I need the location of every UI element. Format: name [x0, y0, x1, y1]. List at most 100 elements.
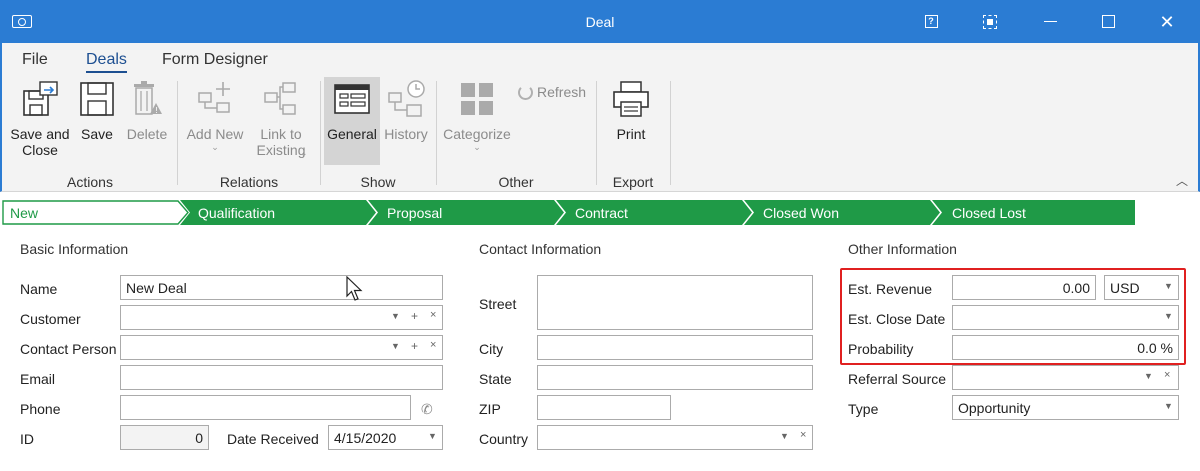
tab-form-designer[interactable]: Form Designer — [162, 51, 268, 69]
save-button[interactable]: Save — [76, 77, 118, 165]
stage-closed-won[interactable]: Closed Won — [763, 205, 839, 221]
ribbon-separator — [596, 81, 597, 185]
tab-deals[interactable]: Deals — [86, 51, 127, 73]
referral-source-label: Referral Source — [848, 371, 947, 387]
group-label-export: Export — [612, 174, 654, 190]
city-field[interactable] — [537, 335, 813, 360]
email-field[interactable] — [120, 365, 443, 390]
minimize-icon — [1043, 20, 1057, 23]
est-close-date-label: Est. Close Date — [848, 311, 946, 327]
phone-field[interactable] — [120, 395, 411, 420]
general-view-icon — [334, 84, 370, 114]
history-button[interactable]: History — [382, 77, 430, 165]
add-new-icon — [198, 82, 230, 113]
est-close-date-field[interactable]: ▼ — [952, 305, 1179, 330]
ribbon-separator — [320, 81, 321, 185]
dropdown-arrow-icon[interactable]: ▼ — [428, 431, 437, 441]
history-icon — [388, 80, 425, 117]
save-and-close-button[interactable]: Save and Close — [6, 77, 74, 165]
dropdown-arrow-icon[interactable]: ▼ — [1164, 311, 1173, 321]
add-icon[interactable]: + — [411, 309, 418, 323]
add-icon[interactable]: + — [411, 339, 418, 353]
state-field[interactable] — [537, 365, 813, 390]
mouse-cursor-icon — [346, 276, 363, 301]
type-select[interactable]: Opportunity ▼ — [952, 395, 1179, 420]
delete-button[interactable]: ! Delete — [122, 77, 172, 165]
contact-person-field[interactable]: ▼ + × — [120, 335, 443, 360]
ribbon-separator — [670, 81, 671, 185]
contact-person-label: Contact Person — [20, 341, 117, 357]
dropdown-arrow-icon[interactable]: ▼ — [1144, 371, 1153, 381]
stage-contract[interactable]: Contract — [575, 205, 628, 221]
ribbon-separator — [436, 81, 437, 185]
save-and-close-icon — [23, 81, 58, 116]
stage-new[interactable]: New — [10, 205, 38, 221]
currency-select[interactable]: USD ▼ — [1104, 275, 1179, 300]
referral-source-field[interactable]: ▼ × — [952, 365, 1179, 390]
ribbon-separator — [177, 81, 178, 185]
refresh-icon — [518, 84, 533, 100]
dropdown-arrow-icon[interactable]: ▼ — [1164, 401, 1173, 411]
chevron-down-icon: ⌄ — [211, 142, 219, 152]
date-received-field[interactable]: 4/15/2020 ▼ — [328, 425, 443, 450]
categorize-icon — [461, 83, 493, 115]
stage-bar: New Qualification Proposal Contract Clos… — [2, 200, 1137, 225]
svg-text:!: ! — [155, 106, 158, 115]
delete-icon: ! — [134, 81, 162, 115]
close-button[interactable]: ✕ — [1138, 0, 1196, 43]
dropdown-arrow-icon[interactable]: ▼ — [1164, 281, 1173, 291]
tab-file[interactable]: File — [22, 51, 48, 69]
street-label: Street — [479, 296, 517, 312]
basic-info-title: Basic Information — [20, 241, 129, 257]
clear-icon[interactable]: × — [1164, 369, 1170, 381]
id-label: ID — [20, 431, 34, 447]
close-icon: ✕ — [1159, 11, 1175, 32]
refresh-button[interactable]: Refresh — [518, 84, 586, 100]
help-button[interactable]: ? — [902, 0, 960, 43]
chevron-down-icon: ⌄ — [300, 148, 308, 158]
group-label-relations: Relations — [219, 174, 279, 190]
group-label-other: Other — [498, 174, 534, 190]
state-label: State — [479, 371, 512, 387]
stage-proposal[interactable]: Proposal — [387, 205, 442, 221]
probability-label: Probability — [848, 341, 914, 357]
dropdown-arrow-icon[interactable]: ▼ — [391, 311, 400, 321]
clear-icon[interactable]: × — [430, 309, 436, 321]
city-label: City — [479, 341, 504, 357]
stage-closed-lost[interactable]: Closed Lost — [952, 205, 1026, 221]
title-bar: Deal ? ✕ — [0, 0, 1200, 43]
street-field[interactable] — [537, 275, 813, 330]
name-label: Name — [20, 281, 58, 297]
est-revenue-label: Est. Revenue — [848, 281, 933, 297]
fit-window-button[interactable] — [961, 0, 1019, 43]
zip-field[interactable] — [537, 395, 671, 420]
country-field[interactable]: ▼ × — [537, 425, 813, 450]
contact-info-title: Contact Information — [479, 241, 602, 257]
customer-field[interactable]: ▼ + × — [120, 305, 443, 330]
general-view-button[interactable]: General — [324, 77, 380, 165]
print-button[interactable]: Print — [606, 77, 656, 165]
clear-icon[interactable]: × — [800, 429, 806, 441]
est-revenue-field[interactable]: 0.00 — [952, 275, 1096, 300]
link-to-existing-icon — [264, 82, 296, 115]
email-label: Email — [20, 371, 56, 387]
clear-icon[interactable]: × — [430, 339, 436, 351]
name-field[interactable]: New Deal — [120, 275, 443, 300]
type-label: Type — [848, 401, 879, 417]
other-info-title: Other Information — [848, 241, 957, 257]
add-new-button[interactable]: Add New ⌄ — [184, 77, 246, 165]
group-label-actions: Actions — [67, 174, 113, 190]
probability-field[interactable]: 0.0 % — [952, 335, 1179, 360]
dropdown-arrow-icon[interactable]: ▼ — [391, 341, 400, 351]
stage-qualification[interactable]: Qualification — [198, 205, 275, 221]
categorize-button[interactable]: Categorize ⌄ — [442, 77, 512, 165]
phone-icon[interactable]: ✆ — [421, 401, 437, 417]
save-icon — [80, 82, 114, 116]
collapse-ribbon-icon[interactable]: ︿ — [1176, 172, 1188, 189]
window-title: Deal — [585, 14, 615, 30]
customer-label: Customer — [20, 311, 81, 327]
dropdown-arrow-icon[interactable]: ▼ — [780, 431, 789, 441]
maximize-button[interactable] — [1079, 0, 1137, 43]
minimize-button[interactable] — [1021, 0, 1079, 43]
print-icon — [613, 81, 649, 117]
